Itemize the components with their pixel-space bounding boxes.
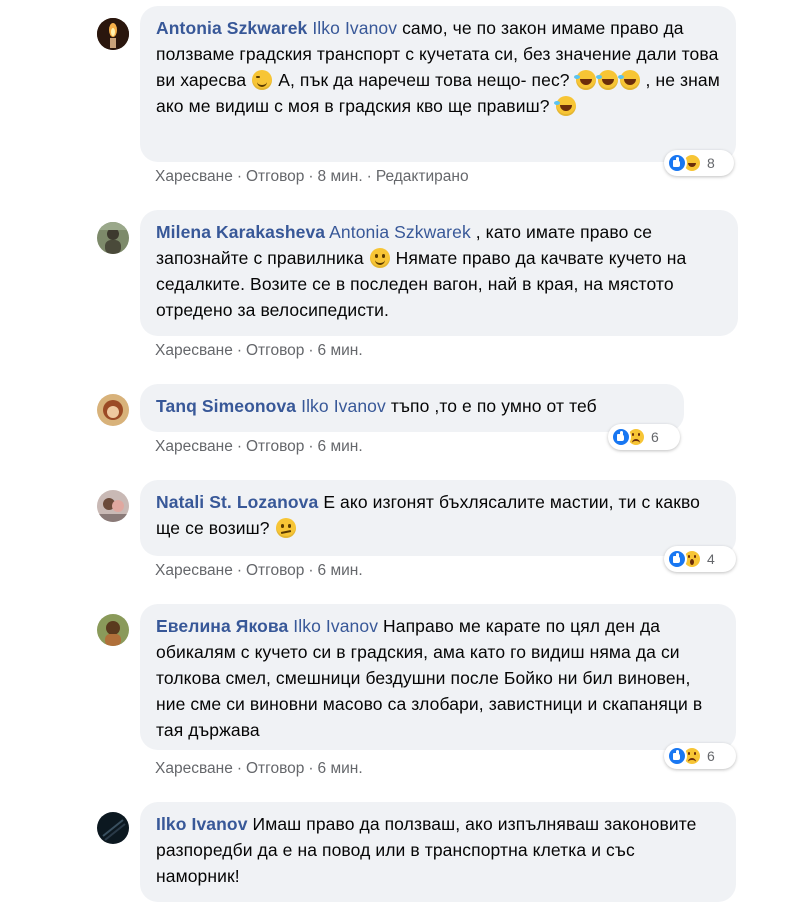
reply-link[interactable]: Отговор [246, 438, 304, 455]
reaction-count: 4 [707, 551, 715, 567]
comment-mention[interactable]: Ilko Ivanov [312, 18, 397, 38]
laughing-emoji-icon [595, 70, 618, 90]
comment-text: тъпо ,то е по умно от теб [385, 396, 597, 416]
comment-time[interactable]: 6 мин. [318, 438, 363, 455]
like-link[interactable]: Харесване [155, 760, 233, 777]
comment-actions: Харесване · Отговор · 6 мин. [155, 342, 363, 359]
laughing-emoji-icon [573, 70, 596, 90]
comment-time[interactable]: 6 мин. [318, 342, 363, 359]
profile-photo-icon [97, 614, 129, 646]
comment-mention[interactable]: Ilko Ivanov [293, 616, 378, 636]
comment-bubble: Tanq Simeonova Ilko Ivanov тъпо ,то е по… [140, 384, 684, 432]
reactions-badge[interactable]: 6 [664, 743, 736, 769]
reaction-count: 8 [707, 155, 715, 171]
comment-mention[interactable]: Antonia Szkwarek [329, 222, 471, 242]
comment-time[interactable]: 6 мин. [318, 760, 363, 777]
reply-link[interactable]: Отговор [246, 760, 304, 777]
reactions-badge[interactable]: 4 [664, 546, 736, 572]
comment-bubble: Евелина Якова Ilko Ivanov Направо ме кар… [140, 604, 736, 750]
comment-author[interactable]: Antonia Szkwarek [156, 18, 307, 38]
profile-photo-icon [97, 394, 129, 426]
reaction-count: 6 [651, 429, 659, 445]
comment-author[interactable]: Ilko Ivanov [156, 814, 248, 834]
reply-link[interactable]: Отговор [246, 562, 304, 579]
reactions-badge[interactable]: 8 [664, 150, 734, 176]
profile-photo-icon [97, 812, 129, 844]
comment-author[interactable]: Natali St. Lozanova [156, 492, 318, 512]
reply-link[interactable]: Отговор [246, 168, 304, 185]
like-link[interactable]: Харесване [155, 342, 233, 359]
comment-actions: Харесване · Отговор · 6 мин. [155, 438, 363, 455]
comment-bubble: Natali St. Lozanova Е ако изгонят бъхляс… [140, 480, 736, 556]
confused-emoji-icon [275, 518, 296, 538]
comment-mention[interactable]: Ilko Ivanov [301, 396, 386, 416]
profile-photo-icon [97, 222, 129, 254]
comment-bubble: Milena Karakasheva Antonia Szkwarek , ка… [140, 210, 738, 336]
reaction-count: 6 [707, 748, 715, 764]
laughing-emoji-icon [553, 96, 576, 116]
like-link[interactable]: Харесване [155, 168, 233, 185]
like-link[interactable]: Харесване [155, 562, 233, 579]
avatar[interactable] [97, 614, 129, 646]
like-reaction-icon [611, 427, 631, 447]
comment-actions: Харесване · Отговор · 6 мин. [155, 562, 363, 579]
like-link[interactable]: Харесване [155, 438, 233, 455]
profile-photo-icon [97, 490, 129, 522]
comment-actions: Харесване · Отговор · 8 мин. · Редактирано [155, 168, 469, 185]
avatar[interactable] [97, 394, 129, 426]
avatar[interactable] [97, 490, 129, 522]
like-reaction-icon [667, 549, 687, 569]
avatar[interactable] [97, 812, 129, 844]
comment-time[interactable]: 8 мин. [318, 168, 363, 185]
edited-label[interactable]: Редактирано [376, 168, 469, 185]
comment-author[interactable]: Евелина Якова [156, 616, 288, 636]
comment-text: А, пък да наречеш това нещо- пес? [273, 70, 575, 90]
smile-emoji-icon [369, 248, 390, 268]
like-reaction-icon [667, 153, 687, 173]
comment-author[interactable]: Milena Karakasheva [156, 222, 325, 242]
reply-link[interactable]: Отговор [246, 342, 304, 359]
laughing-emoji-icon [617, 70, 640, 90]
avatar[interactable] [97, 18, 129, 50]
like-reaction-icon [667, 746, 687, 766]
reactions-badge[interactable]: 6 [608, 424, 680, 450]
comment-bubble: Ilko Ivanov Имаш право да ползваш, ако и… [140, 802, 736, 902]
comment-actions: Харесване · Отговор · 6 мин. [155, 760, 363, 777]
avatar[interactable] [97, 222, 129, 254]
comment-bubble: Antonia Szkwarek Ilko Ivanov само, че по… [140, 6, 736, 162]
comment-time[interactable]: 6 мин. [318, 562, 363, 579]
candle-avatar-icon [97, 18, 129, 50]
wink-emoji-icon [252, 70, 273, 90]
comment-author[interactable]: Tanq Simeonova [156, 396, 296, 416]
